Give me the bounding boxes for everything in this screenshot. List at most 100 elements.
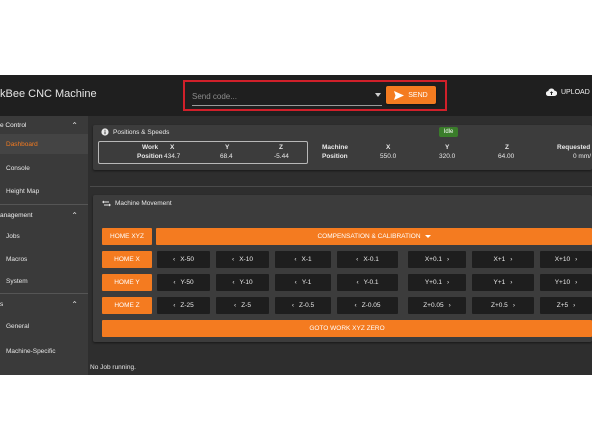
work-y-header: Y bbox=[225, 144, 230, 151]
chevron-up-icon[interactable]: ⌃ bbox=[71, 121, 78, 130]
jog-y-plus-10-button[interactable]: Y+10 › bbox=[540, 274, 592, 291]
send-button[interactable]: SEND bbox=[386, 86, 436, 104]
sidebar-item-height-map[interactable]: Height Map bbox=[0, 181, 88, 201]
jog-x-minus-0.1-button[interactable]: ‹ X-0.1 bbox=[337, 251, 398, 268]
sidebar-item-dashboard[interactable]: Dashboard bbox=[0, 134, 88, 154]
jog-x-minus-10-button[interactable]: ‹ X-10 bbox=[216, 251, 269, 268]
jog-label: Z-25 bbox=[180, 302, 194, 309]
goto-work-zero-button[interactable]: GOTO WORK XYZ ZERO bbox=[102, 320, 592, 337]
chevron-up-icon[interactable]: ⌃ bbox=[71, 300, 78, 309]
chevron-right-icon: › bbox=[448, 302, 451, 309]
sidebar-item-machine-specific[interactable]: Machine-Specific bbox=[0, 341, 88, 361]
sidebar-item-label: Jobs bbox=[6, 233, 20, 240]
jog-z-minus-0.05-button[interactable]: ‹ Z-0.05 bbox=[337, 297, 398, 314]
sidebar-item-system[interactable]: System bbox=[0, 271, 88, 291]
jog-label: Z+0.5 bbox=[491, 302, 508, 309]
machine-x-header: X bbox=[386, 144, 391, 151]
chevron-right-icon: › bbox=[575, 279, 578, 286]
sidebar-item-general[interactable]: General bbox=[0, 316, 88, 336]
jog-label: Z-0.05 bbox=[361, 302, 381, 309]
chevron-left-icon: ‹ bbox=[173, 256, 176, 263]
caret-down-icon bbox=[424, 235, 431, 238]
jog-x-plus-0.1-button[interactable]: X+0.1 › bbox=[408, 251, 466, 268]
work-x-value: 434.7 bbox=[164, 153, 181, 160]
chevron-left-icon: ‹ bbox=[294, 256, 297, 263]
jog-z-plus-0.05-button[interactable]: Z+0.05 › bbox=[408, 297, 466, 314]
movement-title-text: Machine Movement bbox=[115, 200, 172, 207]
chevron-up-icon[interactable]: ⌃ bbox=[71, 211, 78, 220]
jog-label: Y+10 bbox=[554, 279, 571, 286]
sidebar-item-macros[interactable]: Macros bbox=[0, 249, 88, 269]
sidebar-divider bbox=[0, 293, 88, 294]
sidebar-section-label: e Control bbox=[0, 122, 27, 129]
work-x-header: X bbox=[170, 144, 175, 151]
sidebar-item-label: General bbox=[6, 323, 30, 330]
home-z-button[interactable]: HOME Z bbox=[102, 297, 152, 314]
dropdown-caret-icon[interactable] bbox=[375, 93, 381, 97]
jog-y-minus-1-button[interactable]: ‹ Y-1 bbox=[275, 274, 331, 291]
jog-label: Y-10 bbox=[239, 279, 253, 286]
jog-y-minus-0.1-button[interactable]: ‹ Y-0.1 bbox=[337, 274, 398, 291]
send-button-label: SEND bbox=[408, 91, 428, 99]
jog-z-plus-5-button[interactable]: Z+5 › bbox=[540, 297, 592, 314]
sidebar-item-label: Machine-Specific bbox=[6, 348, 56, 355]
positions-title: Positions & Speeds bbox=[101, 128, 169, 136]
jog-label: X-0.1 bbox=[363, 256, 379, 263]
sidebar: e Control ⌃ Dashboard Console Height Map… bbox=[0, 116, 88, 375]
jog-label: X+0.1 bbox=[424, 256, 442, 263]
chevron-left-icon: ‹ bbox=[291, 302, 294, 309]
sidebar-item-label: System bbox=[6, 278, 28, 285]
chevron-right-icon: › bbox=[510, 256, 513, 263]
chevron-left-icon: ‹ bbox=[354, 302, 357, 309]
sidebar-section-settings[interactable]: s ⌃ bbox=[0, 295, 88, 315]
jog-x-plus-10-button[interactable]: X+10 › bbox=[540, 251, 592, 268]
sidebar-section-control[interactable]: e Control ⌃ bbox=[0, 116, 88, 136]
jog-z-minus-0.5-button[interactable]: ‹ Z-0.5 bbox=[275, 297, 331, 314]
app-window: kBee CNC Machine SEND UPLOAD e Control ⌃… bbox=[0, 75, 592, 375]
upload-button[interactable]: UPLOAD bbox=[546, 88, 590, 96]
jog-z-minus-5-button[interactable]: ‹ Z-5 bbox=[216, 297, 269, 314]
sidebar-item-label: Console bbox=[6, 165, 30, 172]
jog-y-plus-0.1-button[interactable]: Y+0.1 › bbox=[408, 274, 466, 291]
jog-y-minus-50-button[interactable]: ‹ Y-50 bbox=[157, 274, 210, 291]
home-x-button[interactable]: HOME X bbox=[102, 251, 152, 268]
sidebar-item-console[interactable]: Console bbox=[0, 158, 88, 178]
chevron-left-icon: ‹ bbox=[234, 302, 237, 309]
jog-z-plus-0.5-button[interactable]: Z+0.5 › bbox=[472, 297, 534, 314]
machine-z-header: Z bbox=[505, 144, 509, 151]
cloud-upload-icon bbox=[546, 88, 557, 96]
sidebar-divider bbox=[0, 204, 88, 205]
jog-y-plus-1-button[interactable]: Y+1 › bbox=[472, 274, 534, 291]
send-code-input[interactable] bbox=[192, 88, 367, 104]
upload-label: UPLOAD bbox=[561, 88, 590, 96]
jog-label: Y-0.1 bbox=[363, 279, 379, 286]
sidebar-item-label: Dashboard bbox=[6, 141, 38, 148]
jog-x-plus-1-button[interactable]: X+1 › bbox=[472, 251, 534, 268]
status-badge: Idle bbox=[439, 127, 458, 137]
sidebar-section-management[interactable]: anagement ⌃ bbox=[0, 206, 88, 226]
sidebar-item-jobs[interactable]: Jobs bbox=[0, 226, 88, 246]
top-bar: kBee CNC Machine SEND UPLOAD bbox=[0, 75, 592, 116]
jog-z-minus-25-button[interactable]: ‹ Z-25 bbox=[157, 297, 210, 314]
chevron-right-icon: › bbox=[512, 302, 515, 309]
compensation-calibration-button[interactable]: COMPENSATION & CALIBRATION bbox=[156, 228, 592, 245]
requested-label: Requested bbox=[557, 144, 591, 151]
compensation-label: COMPENSATION & CALIBRATION bbox=[317, 233, 421, 240]
chevron-left-icon: ‹ bbox=[294, 279, 297, 286]
home-y-button[interactable]: HOME Y bbox=[102, 274, 152, 291]
jog-y-minus-10-button[interactable]: ‹ Y-10 bbox=[216, 274, 269, 291]
machine-y-header: Y bbox=[445, 144, 450, 151]
jog-x-minus-50-button[interactable]: ‹ X-50 bbox=[157, 251, 210, 268]
chevron-left-icon: ‹ bbox=[356, 279, 359, 286]
jog-label: Z+5 bbox=[556, 302, 569, 309]
sidebar-section-label: anagement bbox=[0, 212, 33, 219]
jog-label: Y+1 bbox=[493, 279, 506, 286]
jog-label: X+10 bbox=[554, 256, 571, 263]
home-xyz-button[interactable]: HOME XYZ bbox=[102, 228, 152, 245]
work-position-label: Position bbox=[137, 153, 163, 160]
sidebar-item-label: Height Map bbox=[6, 188, 40, 195]
jog-x-minus-1-button[interactable]: ‹ X-1 bbox=[275, 251, 331, 268]
chevron-left-icon: ‹ bbox=[173, 279, 176, 286]
send-code-field[interactable] bbox=[192, 88, 382, 106]
chevron-left-icon: ‹ bbox=[173, 302, 176, 309]
